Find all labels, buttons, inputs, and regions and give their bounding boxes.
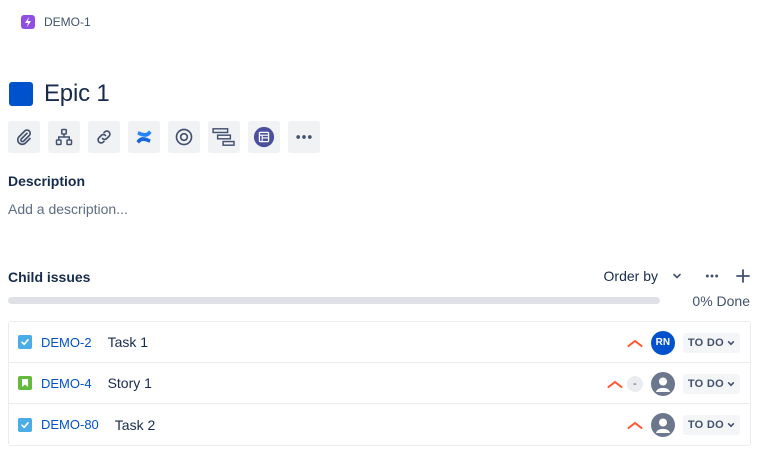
description-field[interactable]: Add a description... bbox=[8, 201, 128, 217]
issue-key-link[interactable]: DEMO-80 bbox=[41, 417, 99, 432]
app-icon bbox=[253, 126, 275, 148]
priority-high-icon[interactable] bbox=[607, 379, 623, 389]
order-by-label: Order by bbox=[603, 268, 658, 284]
status-label: TO DO bbox=[687, 418, 724, 431]
issue-title-row: Epic 1 bbox=[9, 80, 110, 108]
confluence-button[interactable] bbox=[128, 121, 160, 153]
plus-icon bbox=[736, 269, 750, 283]
more-icon bbox=[705, 274, 719, 278]
link-issue-button[interactable] bbox=[88, 121, 120, 153]
estimate-badge[interactable]: - bbox=[626, 375, 643, 392]
attachment-icon bbox=[16, 129, 31, 146]
order-by-dropdown[interactable]: Order by bbox=[604, 268, 682, 284]
status-dropdown[interactable]: TO DO bbox=[682, 332, 740, 353]
status-label: TO DO bbox=[687, 336, 724, 349]
more-icon bbox=[296, 135, 312, 139]
child-more-button[interactable] bbox=[704, 268, 720, 284]
link-icon bbox=[97, 130, 111, 144]
add-child-button[interactable] bbox=[736, 269, 750, 283]
issue-summary[interactable]: Story 1 bbox=[108, 375, 152, 391]
breadcrumb-issue-key[interactable]: DEMO-1 bbox=[44, 15, 91, 29]
target-button[interactable] bbox=[168, 121, 200, 153]
progress-bar bbox=[8, 297, 660, 304]
chevron-down-icon bbox=[673, 273, 681, 279]
row-meta: - TO DO bbox=[607, 363, 740, 404]
unassigned-avatar-icon[interactable] bbox=[650, 371, 675, 396]
confluence-icon bbox=[136, 130, 152, 144]
more-actions-button[interactable] bbox=[288, 121, 320, 153]
task-icon bbox=[18, 417, 32, 432]
page-title[interactable]: Epic 1 bbox=[44, 80, 110, 108]
priority-high-icon[interactable] bbox=[627, 338, 643, 348]
status-dropdown[interactable]: TO DO bbox=[682, 373, 740, 394]
issue-toolbar bbox=[8, 121, 320, 153]
child-issues-list: DEMO-2 Task 1 RN TO DO DEMO-4 Story 1 - bbox=[8, 321, 751, 446]
lightning-icon[interactable] bbox=[21, 15, 35, 29]
story-icon bbox=[18, 376, 32, 390]
table-row[interactable]: DEMO-4 Story 1 - TO DO bbox=[9, 363, 750, 404]
add-child-issue-button[interactable] bbox=[48, 121, 80, 153]
row-meta: TO DO bbox=[627, 404, 740, 445]
progress-text: 0% Done bbox=[692, 293, 750, 309]
attach-button[interactable] bbox=[8, 121, 40, 153]
child-issue-icon bbox=[55, 128, 73, 146]
child-issues-label: Child issues bbox=[8, 269, 91, 285]
issue-summary[interactable]: Task 1 bbox=[108, 334, 148, 350]
status-label: TO DO bbox=[687, 377, 724, 390]
avatar[interactable]: RN bbox=[650, 330, 675, 355]
target-icon bbox=[175, 128, 193, 146]
roadmap-button[interactable] bbox=[208, 121, 240, 153]
priority-high-icon[interactable] bbox=[627, 420, 643, 430]
roadmap-icon bbox=[212, 128, 235, 146]
status-dropdown[interactable]: TO DO bbox=[682, 414, 740, 435]
issue-summary[interactable]: Task 2 bbox=[115, 417, 155, 433]
table-row[interactable]: DEMO-80 Task 2 TO DO bbox=[9, 404, 750, 445]
table-row[interactable]: DEMO-2 Task 1 RN TO DO bbox=[9, 322, 750, 363]
issue-key-link[interactable]: DEMO-2 bbox=[41, 335, 92, 350]
app-button[interactable] bbox=[248, 121, 280, 153]
chevron-down-icon bbox=[727, 422, 735, 427]
chevron-down-icon bbox=[727, 381, 735, 386]
chevron-down-icon bbox=[727, 340, 735, 345]
row-meta: RN TO DO bbox=[627, 322, 740, 363]
issue-key-link[interactable]: DEMO-4 bbox=[41, 376, 92, 391]
unassigned-avatar-icon[interactable] bbox=[650, 412, 675, 437]
child-issues-actions: Order by bbox=[604, 268, 750, 284]
breadcrumb: DEMO-1 bbox=[21, 15, 91, 29]
task-icon bbox=[18, 335, 32, 349]
epic-icon bbox=[9, 82, 33, 106]
description-label: Description bbox=[8, 173, 86, 189]
